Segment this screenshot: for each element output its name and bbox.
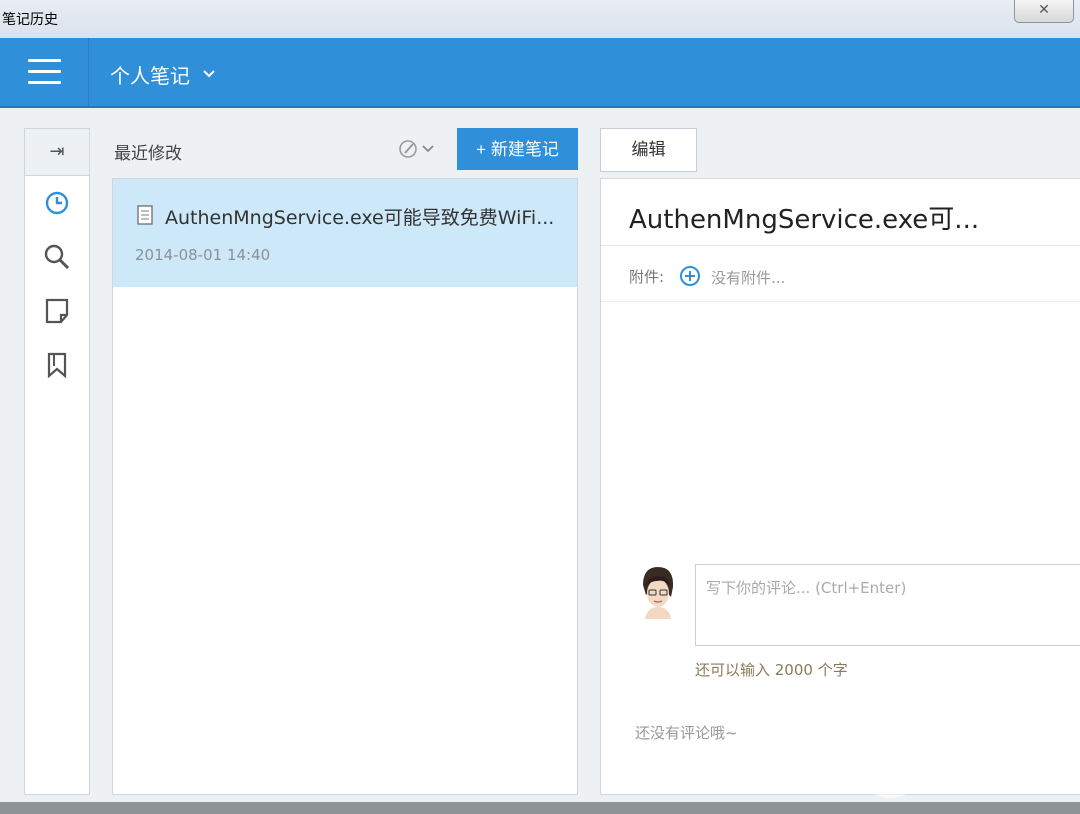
note-title: AuthenMngService.exe可能导致免费WiFi...	[165, 207, 555, 229]
notes-button[interactable]	[25, 284, 89, 338]
recent-button[interactable]	[25, 176, 89, 230]
note-date: 2014-08-01 14:40	[135, 246, 271, 264]
clock-icon	[45, 191, 69, 215]
list-item[interactable]: AuthenMngService.exe可能导致免费WiFi... 2014-0…	[113, 179, 577, 287]
close-icon: ✕	[1038, 2, 1050, 18]
watermark-name: 什么值得买	[932, 746, 1068, 776]
collapse-button[interactable]: ⇥	[25, 129, 89, 176]
chevron-down-icon	[202, 67, 216, 83]
hamburger-icon	[28, 59, 61, 62]
divider	[601, 245, 1080, 246]
notebook-name: 个人笔记	[110, 64, 190, 88]
close-button[interactable]: ✕	[1014, 0, 1074, 23]
chevron-down-icon	[422, 145, 434, 153]
main-content: ⇥ 最近修改 + 新建笔记 AuthenMngService.exe可能导致免费…	[0, 108, 1080, 802]
bookmark-icon	[47, 352, 67, 379]
new-note-button[interactable]: + 新建笔记	[457, 128, 578, 170]
sort-button[interactable]	[398, 138, 434, 160]
note-heading: AuthenMngService.exe可...	[629, 205, 980, 235]
document-icon	[137, 205, 153, 225]
collapse-icon: ⇥	[49, 141, 65, 162]
search-icon	[44, 244, 70, 270]
app-header: 个人笔记	[0, 38, 1080, 108]
search-button[interactable]	[25, 230, 89, 284]
attachment-label: 附件:	[629, 268, 665, 286]
notebook-selector[interactable]: 个人笔记	[110, 60, 216, 89]
note-viewer: AuthenMngService.exe可... 附件: 没有附件... 写下你…	[600, 178, 1080, 795]
list-label: 最近修改	[114, 144, 182, 164]
comment-placeholder: 写下你的评论... (Ctrl+Enter)	[706, 579, 907, 597]
window-titlebar: 笔记历史 ✕	[0, 0, 1080, 38]
divider	[601, 301, 1080, 302]
watermark-sub: SMZDM.COM	[934, 778, 1032, 796]
edit-sort-icon	[399, 140, 417, 158]
window-title: 笔记历史	[2, 12, 58, 28]
no-comments-text: 还没有评论哦~	[635, 724, 738, 742]
watermark-glyph: 值	[858, 734, 922, 798]
icon-rail: ⇥	[24, 128, 90, 795]
hamburger-icon	[28, 81, 61, 84]
add-attachment-icon[interactable]	[679, 265, 701, 287]
note-list: AuthenMngService.exe可能导致免费WiFi... 2014-0…	[112, 178, 578, 795]
watermark-logo: 值 什么值得买 SMZDM.COM	[858, 734, 1080, 804]
edit-button[interactable]: 编辑	[600, 128, 697, 172]
bookmarks-button[interactable]	[25, 338, 89, 392]
char-remaining: 还可以输入 2000 个字	[695, 661, 848, 679]
comment-input[interactable]: 写下你的评论... (Ctrl+Enter)	[695, 564, 1080, 646]
attachment-empty-text: 没有附件...	[711, 269, 786, 287]
avatar	[643, 567, 674, 619]
note-icon	[45, 298, 69, 324]
hamburger-icon	[28, 70, 61, 73]
menu-button[interactable]	[0, 38, 89, 106]
